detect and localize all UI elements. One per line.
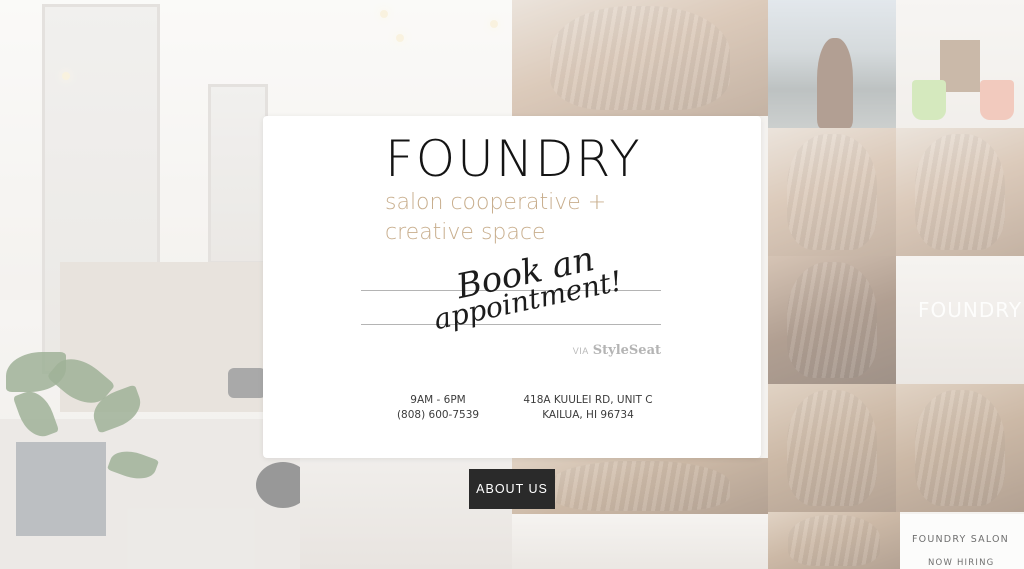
brand-tagline: salon cooperative + creative space: [385, 190, 607, 245]
about-us-button[interactable]: ABOUT US: [469, 469, 555, 509]
hiring-title: FOUNDRY SALON: [912, 534, 1009, 545]
styleseat-credit[interactable]: VIA StyleSeat: [573, 343, 661, 358]
styleseat-logo: StyleSeat: [592, 343, 661, 358]
hours-text: 9AM - 6PM: [410, 394, 466, 406]
intro-card: FOUNDRY salon cooperative + creative spa…: [263, 116, 761, 458]
hours-block: 9AM - 6PM (808) 600-7539: [393, 393, 483, 423]
brand-logo-text: FOUNDRY: [385, 130, 642, 188]
address-line-2: KAILUA, HI 96734: [542, 409, 634, 421]
address-line-1: 418A KUULEI RD, UNIT C: [523, 394, 653, 406]
via-label: VIA: [572, 346, 589, 356]
phone-text: (808) 600-7539: [396, 409, 480, 421]
hiring-subtitle: NOW HIRING: [928, 558, 995, 568]
now-hiring-tile[interactable]: FOUNDRY SALON NOW HIRING: [900, 514, 1024, 569]
address-block: 418A KUULEI RD, UNIT C KAILUA, HI 96734: [518, 393, 658, 423]
